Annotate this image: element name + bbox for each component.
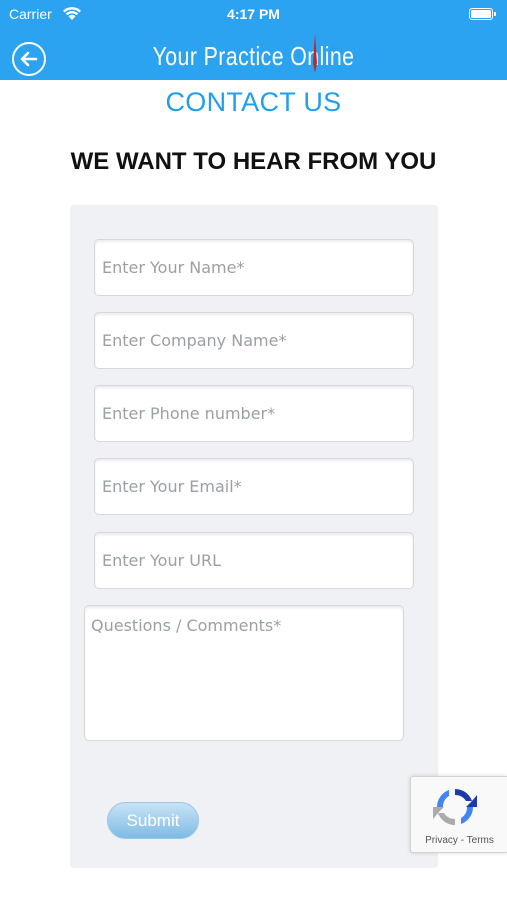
phone-field[interactable]: Enter Phone number* (94, 385, 414, 442)
back-button[interactable] (12, 42, 46, 76)
recaptcha-links: Privacy - Terms (411, 835, 507, 846)
page-subtitle: WE WANT TO HEAR FROM YOU (70, 148, 437, 175)
terms-link[interactable]: Terms (467, 835, 494, 846)
email-field[interactable]: Enter Your Email* (94, 458, 414, 515)
comments-textarea[interactable]: Questions / Comments* (84, 605, 404, 741)
name-field[interactable]: Enter Your Name* (94, 239, 414, 296)
company-field[interactable]: Enter Company Name* (94, 312, 414, 369)
recaptcha-icon (433, 789, 477, 825)
brand-logo-text: Your Practice Online (152, 41, 355, 71)
battery-icon (469, 8, 496, 20)
page-title: CONTACT US (165, 87, 342, 117)
arrow-left-circle-icon (20, 51, 38, 67)
clock-time: 4:17 PM (227, 6, 280, 22)
needle-icon (313, 33, 317, 73)
link-separator: - (457, 835, 467, 846)
status-bar: Carrier 4:17 PM (0, 0, 507, 30)
contact-form: Enter Your Name* Enter Company Name* Ent… (70, 205, 438, 868)
submit-button[interactable]: Submit (107, 802, 199, 839)
privacy-link[interactable]: Privacy (425, 835, 458, 846)
nav-bar: Your Practice Online (0, 30, 507, 80)
recaptcha-badge[interactable]: Privacy - Terms (410, 776, 507, 853)
url-field[interactable]: Enter Your URL (94, 532, 414, 589)
